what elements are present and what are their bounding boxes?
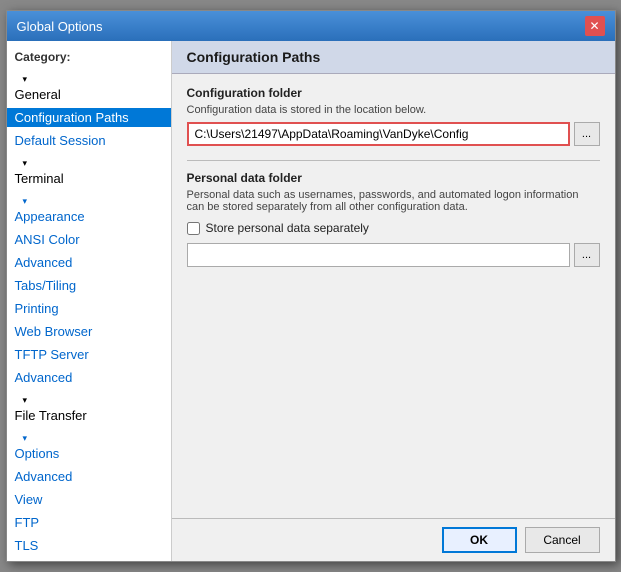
sidebar-item-tftp-server[interactable]: TFTP Server [7,343,171,366]
sidebar-item-ftp[interactable]: FTP [7,511,171,534]
config-browse-button[interactable]: ... [574,122,600,146]
personal-folder-label: Personal data folder [187,171,600,185]
dialog-title: Global Options [17,19,103,34]
dialog-body: Category: ▾General Configuration Paths D… [7,41,615,561]
content-inner: Configuration folder Configuration data … [172,74,615,518]
sidebar-item-appearance[interactable]: ▾Appearance [7,190,171,228]
sidebar-item-advanced-ft[interactable]: Advanced [7,465,171,488]
close-button[interactable]: ✕ [585,16,605,36]
config-folder-label: Configuration folder [187,86,600,100]
sidebar-item-view[interactable]: View [7,488,171,511]
sidebar-item-web-browser[interactable]: Web Browser [7,320,171,343]
sidebar-item-terminal[interactable]: ▾Terminal [7,152,171,190]
sidebar-item-advanced-terminal2[interactable]: Advanced [7,366,171,389]
sidebar-item-sound[interactable]: Sound [7,557,171,561]
sidebar-item-tabs-tiling[interactable]: Tabs/Tiling [7,274,171,297]
personal-browse-button[interactable]: ... [574,243,600,267]
global-options-dialog: Global Options ✕ Category: ▾General Conf… [6,10,616,562]
store-separately-row: Store personal data separately [187,221,600,235]
category-label: Category: [7,46,171,68]
cancel-button[interactable]: Cancel [525,527,600,553]
sidebar-item-default-session[interactable]: Default Session [7,129,171,152]
personal-folder-desc: Personal data such as usernames, passwor… [187,189,600,213]
sidebar-item-configuration-paths[interactable]: Configuration Paths [7,106,171,129]
footer: OK Cancel [172,518,615,561]
sidebar-item-general[interactable]: ▾General [7,68,171,106]
sidebar-item-tls[interactable]: TLS [7,534,171,557]
sidebar-item-ansi-color[interactable]: ANSI Color [7,228,171,251]
sidebar-item-options[interactable]: ▾Options [7,427,171,465]
config-path-row: ... [187,122,600,146]
personal-path-input[interactable] [187,243,570,267]
ok-button[interactable]: OK [442,527,517,553]
sidebar: Category: ▾General Configuration Paths D… [7,41,172,561]
content-area: Configuration Paths Configuration folder… [172,41,615,561]
config-folder-desc: Configuration data is stored in the loca… [187,104,600,116]
title-bar: Global Options ✕ [7,11,615,41]
sidebar-item-advanced-terminal[interactable]: Advanced [7,251,171,274]
config-path-input[interactable] [187,122,570,146]
personal-path-row: ... [187,243,600,267]
sidebar-item-file-transfer[interactable]: ▾File Transfer [7,389,171,427]
sidebar-item-printing[interactable]: Printing [7,297,171,320]
store-separately-checkbox[interactable] [187,222,200,235]
section-divider [187,160,600,161]
store-separately-label: Store personal data separately [206,221,369,235]
content-header: Configuration Paths [172,41,615,74]
